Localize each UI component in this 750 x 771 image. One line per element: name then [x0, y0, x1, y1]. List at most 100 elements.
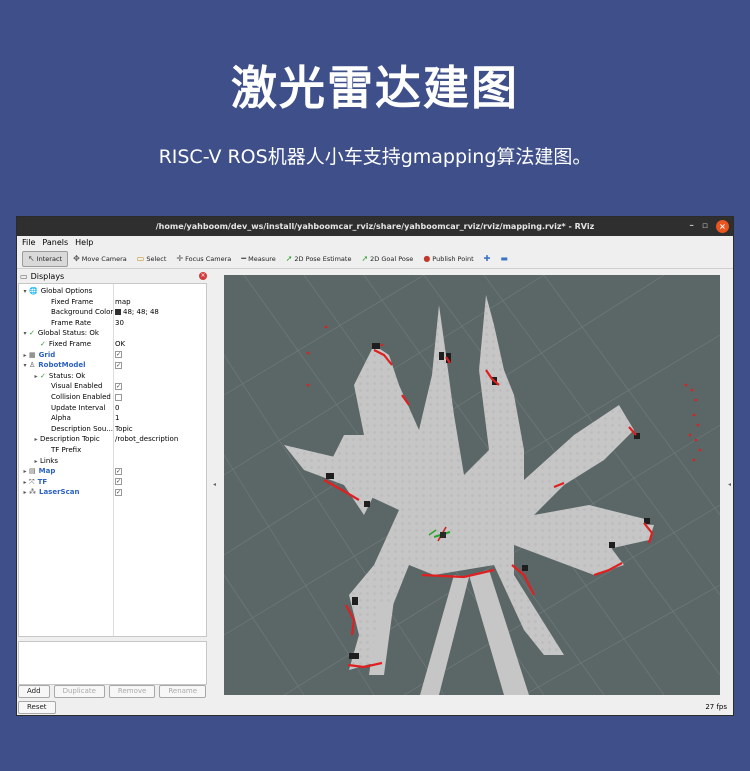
tree-value: map [115, 297, 131, 306]
expand-arrow-icon[interactable]: ▸ [21, 488, 29, 499]
3d-viewport[interactable] [224, 275, 720, 695]
window-title: /home/yahboom/dev_ws/install/yahboomcar_… [155, 222, 595, 231]
remove-tool-icon: ▬ [500, 254, 508, 263]
tree-key: Fixed Frame [51, 297, 94, 306]
panel-close-icon[interactable]: × [199, 272, 207, 280]
menubar: File Panels Help [17, 236, 733, 249]
tool-label: Move Camera [81, 254, 127, 263]
tree-key: Global Status: Ok [37, 329, 99, 338]
description-box [18, 641, 207, 685]
check-icon: ✓ [40, 340, 46, 348]
tree-row[interactable]: Collision Enabled [19, 392, 206, 403]
tool-remove-tool[interactable]: ▬ [495, 251, 513, 267]
tree-row[interactable]: Visual Enabled ✓ [19, 381, 206, 392]
displays-header: ▭ Displays × [17, 271, 209, 282]
tree-row[interactable]: TF Prefix [19, 445, 206, 456]
check-icon: ✓ [40, 371, 46, 380]
occupancy-free-space [284, 295, 654, 670]
tree-row[interactable]: ▾ ♙ RobotModel ✓ [19, 360, 206, 371]
collapse-right-icon[interactable]: ◂ [728, 481, 731, 488]
tree-key: Map [38, 467, 56, 476]
add-button[interactable]: Add [18, 685, 50, 698]
enabled-checkbox[interactable]: ✓ [115, 478, 122, 486]
tool-move-camera[interactable]: ✥ Move Camera [68, 251, 132, 267]
tree-row[interactable]: Update Interval 0 [19, 403, 206, 414]
tool-label: Publish Point [432, 254, 474, 263]
tree-row[interactable]: Fixed Frame map [19, 297, 206, 308]
tool-label: Select [146, 254, 167, 263]
enabled-checkbox[interactable]: ✓ [115, 488, 122, 496]
enabled-checkbox[interactable] [115, 393, 122, 401]
goal-pose-icon: ➚ [361, 254, 369, 263]
tree-row[interactable]: ▾ 🌐 Global Options [19, 286, 206, 297]
tree-row[interactable]: ✓ Fixed Frame OK [19, 339, 206, 350]
tree-row[interactable]: ▸ ▦ Grid ✓ [19, 350, 206, 361]
tree-value: 48; 48; 48 [123, 308, 159, 317]
focus-camera-icon: ✛ [176, 254, 184, 263]
reset-button[interactable]: Reset [18, 701, 56, 714]
page-subtitle: RISC-V ROS机器人小车支持gmapping算法建图。 [158, 146, 592, 168]
displays-tree[interactable]: ▾ 🌐 Global Options Fixed Frame map Background… [18, 283, 207, 637]
tool-select[interactable]: ▭ Select [132, 251, 172, 267]
monitor-icon: ▭ [20, 272, 28, 281]
tree-value: 0 [115, 403, 120, 412]
menu-file[interactable]: File [22, 236, 35, 249]
tool-focus-camera[interactable]: ✛ Focus Camera [171, 251, 236, 267]
displays-panel: ▭ Displays × ▾ 🌐 Global Options Fixed Frame… [17, 271, 209, 698]
tree-key: Links [40, 456, 58, 465]
tree-row[interactable]: Alpha 1 [19, 413, 206, 424]
pose-estimate-icon: ➚ [285, 254, 293, 263]
tree-key: Update Interval [51, 403, 106, 412]
enabled-checkbox[interactable]: ✓ [115, 467, 122, 475]
status-bar: Reset 27 fps [17, 699, 733, 715]
tree-key: RobotModel [38, 361, 86, 370]
globe-icon: 🌐 [29, 287, 38, 295]
tree-row[interactable]: Background Color 48; 48; 48 [19, 307, 206, 318]
enabled-checkbox[interactable]: ✓ [115, 382, 122, 390]
tree-row[interactable]: Frame Rate 30 [19, 318, 206, 329]
tool-label: 2D Pose Estimate [294, 254, 352, 263]
tool-label: 2D Goal Pose [370, 254, 414, 263]
tool-add-tool[interactable]: ✚ [479, 251, 496, 267]
tree-row[interactable]: ▸ ⁂ LaserScan ✓ [19, 487, 206, 498]
tree-row[interactable]: ▾ ✓ Global Status: Ok [19, 328, 206, 339]
tree-value: /robot_description [115, 435, 179, 444]
rviz-window: /home/yahboom/dev_ws/install/yahboomcar_… [16, 216, 734, 716]
publish-point-icon: ● [423, 254, 431, 263]
tree-key: Description Topic [40, 435, 100, 444]
tool-label: Measure [248, 254, 276, 263]
menu-panels[interactable]: Panels [42, 236, 68, 249]
color-swatch[interactable] [115, 309, 121, 316]
tree-row[interactable]: ▸ ⤧ TF ✓ [19, 477, 206, 488]
enabled-checkbox[interactable]: ✓ [115, 351, 122, 359]
tree-value: OK [115, 340, 126, 348]
tool-2d-goal-pose[interactable]: ➚ 2D Goal Pose [356, 251, 418, 267]
measure-icon: ━ [241, 254, 247, 263]
tool-2d-pose-estimate[interactable]: ➚ 2D Pose Estimate [281, 251, 357, 267]
tree-key: Frame Rate [51, 318, 92, 327]
tree-row[interactable]: Description Sou... Topic [19, 424, 206, 435]
robot-model-icon: ♙ [29, 361, 36, 370]
tool-publish-point[interactable]: ● Publish Point [418, 251, 478, 267]
displays-title: Displays [30, 272, 65, 281]
collapse-left-icon[interactable]: ◂ [213, 481, 216, 488]
tree-row[interactable]: ▸ ▤ Map ✓ [19, 466, 206, 477]
enabled-checkbox[interactable]: ✓ [115, 361, 122, 369]
tool-interact[interactable]: ↖ Interact [22, 250, 69, 267]
tree-key: Alpha [51, 414, 71, 423]
minimize-button[interactable]: – [689, 220, 694, 233]
tree-row[interactable]: ▸ Description Topic/robot_description [19, 434, 206, 445]
menu-help[interactable]: Help [75, 236, 93, 249]
tree-value: Topic [115, 424, 133, 433]
remove-button[interactable]: Remove [108, 685, 156, 698]
tool-measure[interactable]: ━ Measure [236, 251, 280, 267]
display-buttons: Add Duplicate Remove Rename [18, 685, 207, 698]
add-tool-icon: ✚ [483, 254, 491, 263]
tree-row[interactable]: ▸ Links [19, 456, 206, 467]
rename-button[interactable]: Rename [159, 685, 207, 698]
close-button[interactable]: × [716, 220, 729, 233]
tree-row[interactable]: ▸ ✓ Status: Ok [19, 371, 206, 382]
duplicate-button[interactable]: Duplicate [53, 685, 105, 698]
maximize-button[interactable]: ▫ [702, 220, 708, 233]
map-view[interactable] [224, 275, 720, 695]
